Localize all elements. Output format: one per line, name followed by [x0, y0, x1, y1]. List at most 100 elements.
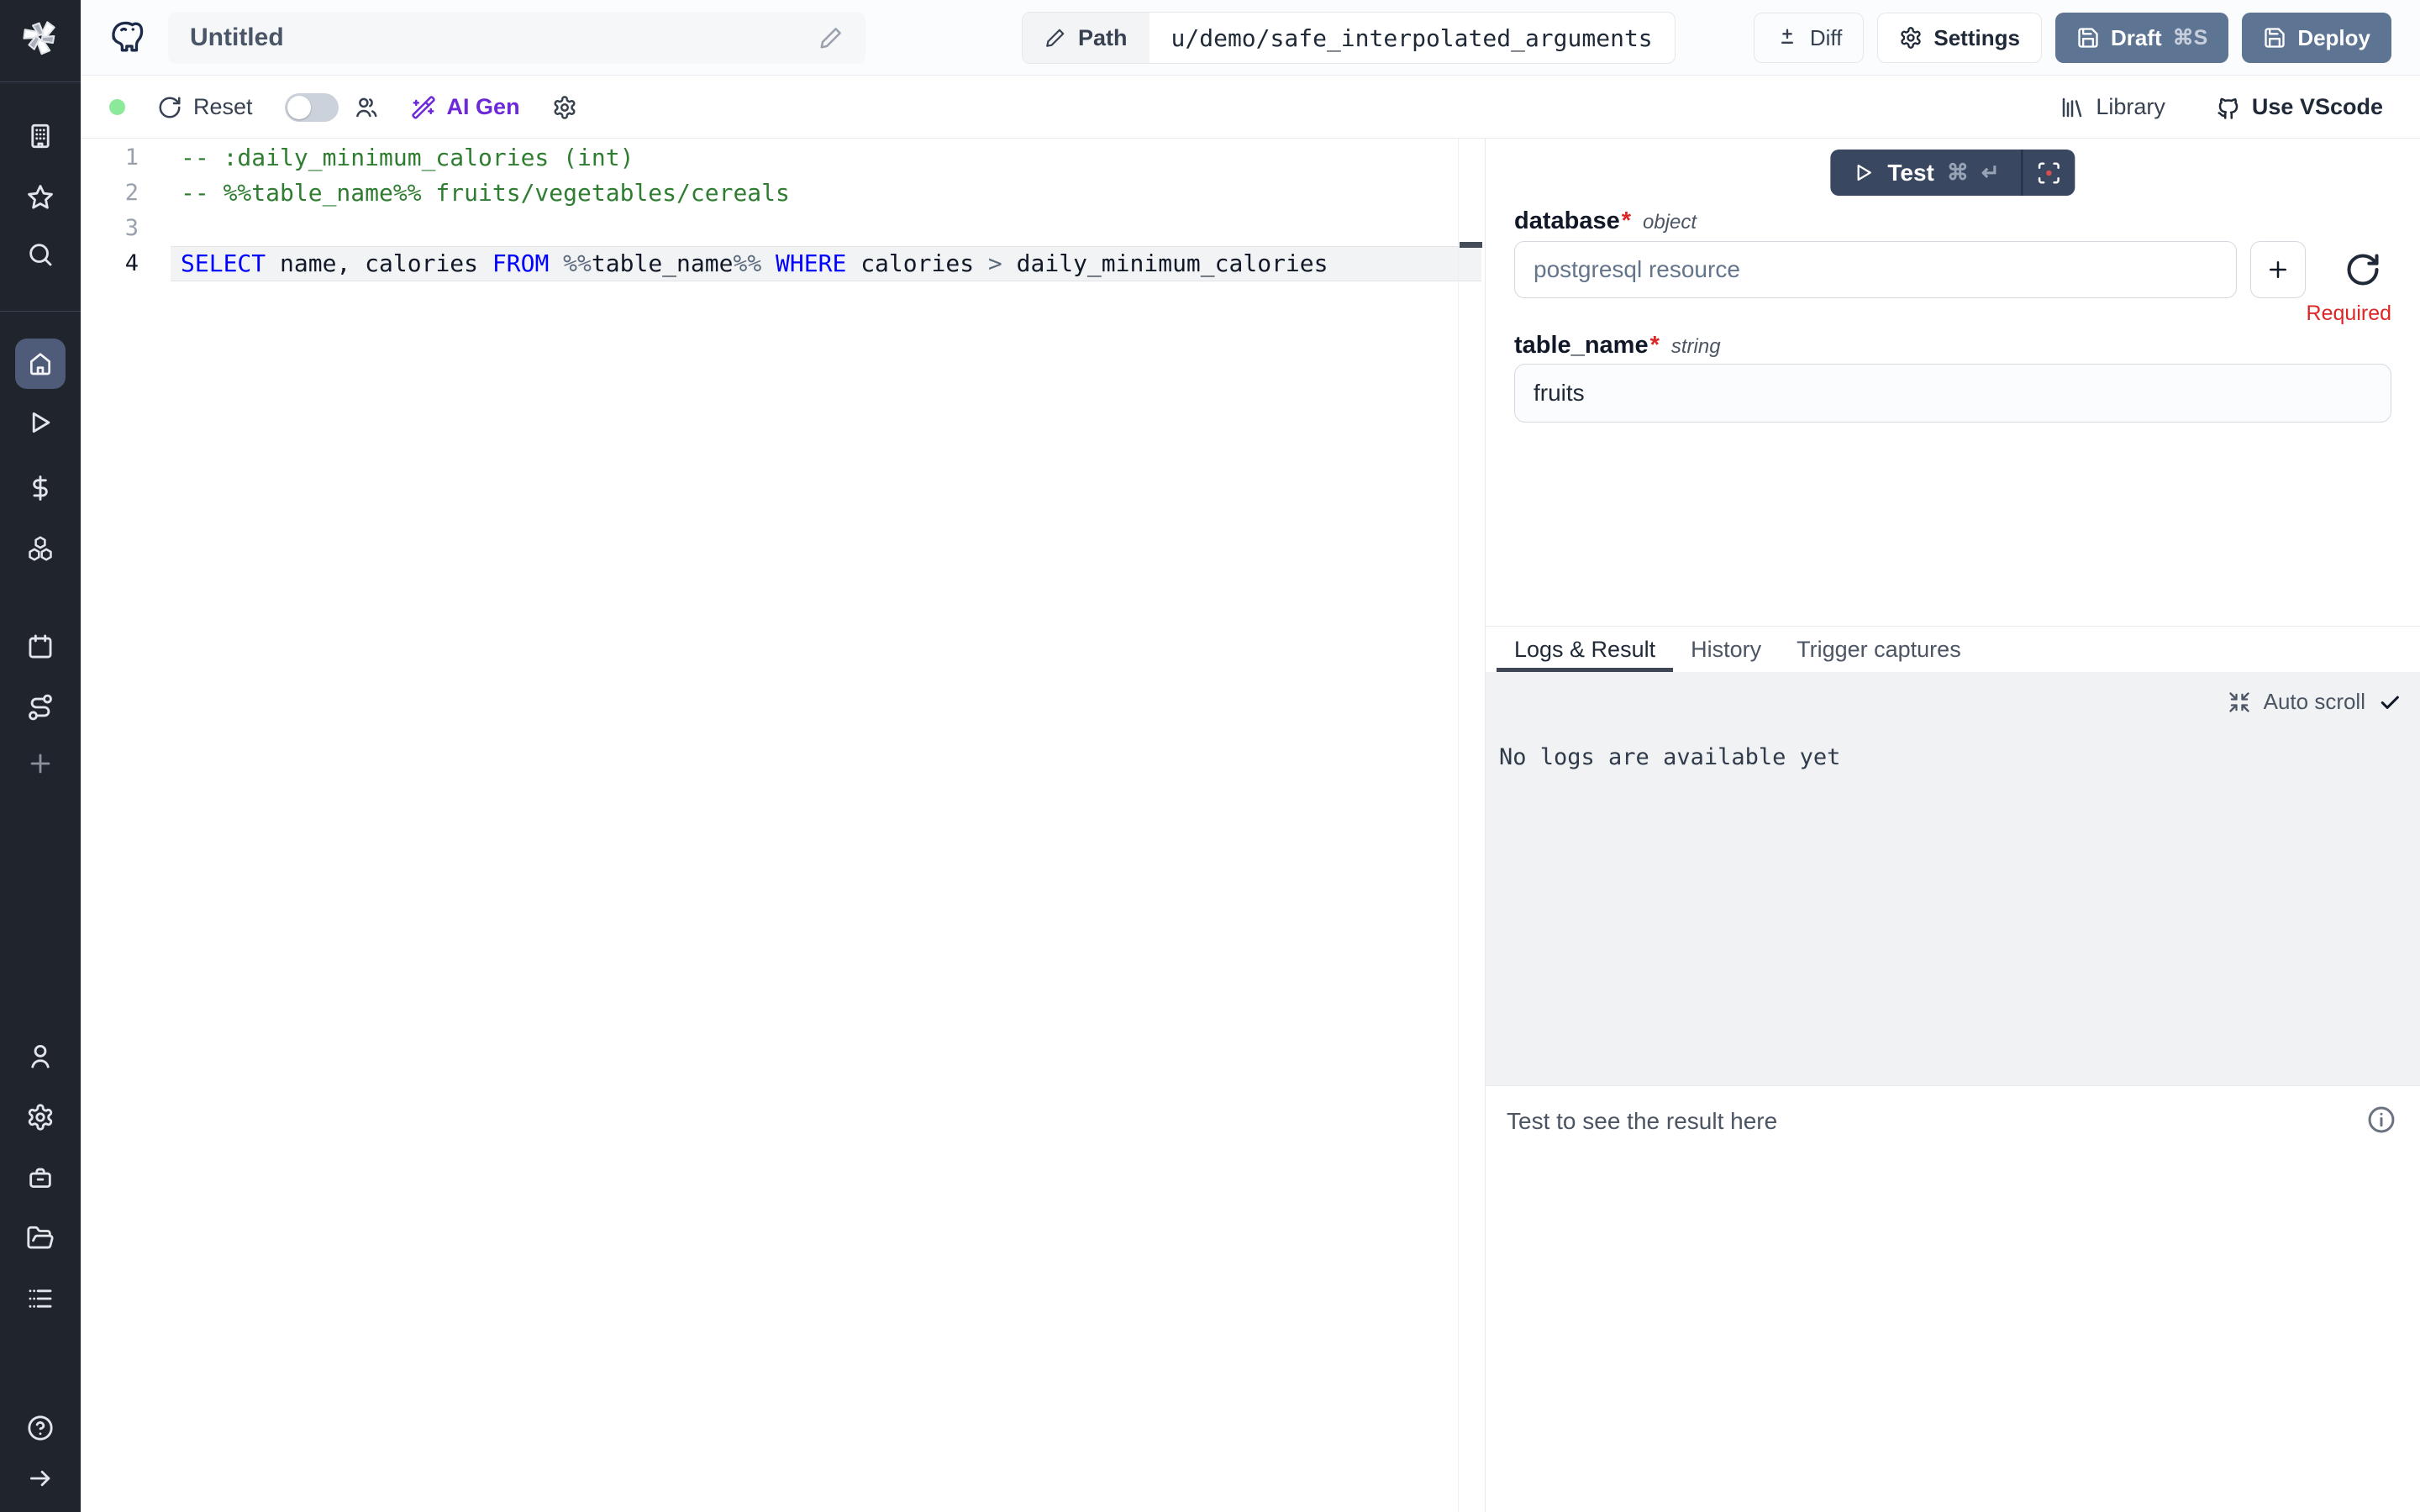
field-type: string — [1671, 335, 1721, 359]
settings-button[interactable]: Settings — [1877, 13, 2042, 63]
line-number: 2 — [81, 176, 139, 211]
code-line[interactable]: -- %%table_name%% fruits/vegetables/cere… — [171, 176, 1481, 211]
line-number: 3 — [81, 211, 139, 246]
test-panel: Test ⌘ ↵ database* object Required table… — [1485, 139, 2420, 1512]
tab-trigger-captures[interactable]: Trigger captures — [1779, 627, 1979, 672]
sidebar-item-schedules-calendar-icon[interactable] — [0, 633, 81, 661]
save-icon — [2263, 26, 2286, 50]
library-icon — [2060, 95, 2085, 120]
reset-button[interactable]: Reset — [157, 94, 253, 120]
field-name: table_name — [1514, 332, 1649, 360]
logs-pane: Auto scroll No logs are available yet — [1486, 672, 2420, 1085]
path-value: u/demo/safe_interpolated_arguments — [1150, 13, 1675, 63]
diff-label: Diff — [1810, 25, 1843, 51]
draft-shortcut: ⌘S — [2173, 25, 2208, 50]
sidebar-workers-icon[interactable] — [0, 1163, 81, 1192]
diff-button[interactable]: Diff — [1754, 13, 1865, 63]
path-pencil-icon — [1044, 27, 1066, 49]
sidebar-settings-gear-icon[interactable] — [0, 1103, 81, 1131]
auto-scroll-toggle[interactable]: Auto scroll — [2228, 689, 2402, 715]
sidebar-item-home[interactable] — [15, 339, 66, 389]
multiplayer-toggle[interactable] — [285, 93, 339, 122]
add-resource-button[interactable] — [2250, 241, 2306, 298]
search-icon[interactable] — [0, 240, 81, 269]
auto-scroll-label: Auto scroll — [2264, 689, 2365, 715]
ai-gen-label: AI Gen — [447, 94, 520, 120]
gear-icon — [1899, 26, 1923, 50]
code-line[interactable] — [171, 211, 1481, 246]
plus-icon — [2265, 257, 2291, 282]
deploy-label: Deploy — [2297, 25, 2370, 51]
refresh-resource-button[interactable] — [2344, 251, 2381, 288]
windmill-logo[interactable] — [0, 15, 81, 57]
deploy-button[interactable]: Deploy — [2242, 13, 2391, 63]
postgresql-icon — [106, 17, 148, 59]
sidebar-divider — [0, 311, 81, 312]
expand-icon[interactable] — [2228, 690, 2251, 714]
sidebar-folders-icon[interactable] — [0, 1224, 81, 1252]
script-title-input[interactable]: Untitled — [168, 12, 865, 64]
overview-ruler — [1458, 139, 1459, 1512]
editor-code[interactable]: -- :daily_minimum_calories (int)-- %%tab… — [181, 140, 1481, 281]
line-number: 4 — [81, 246, 139, 281]
field-type: object — [1643, 211, 1697, 234]
editor-settings-gear-icon[interactable] — [552, 95, 577, 120]
play-icon — [1852, 161, 1875, 184]
tab-history[interactable]: History — [1673, 627, 1779, 672]
workspace-building-icon[interactable] — [0, 122, 81, 150]
library-button[interactable]: Library — [2060, 94, 2165, 120]
result-pane: Test to see the result here — [1486, 1085, 2420, 1512]
editor-gutter: 1234 — [81, 140, 139, 281]
users-icon — [354, 95, 379, 120]
help-icon[interactable] — [0, 1414, 81, 1442]
diff-icon — [1776, 26, 1799, 50]
use-vscode-label: Use VScode — [2252, 94, 2383, 120]
path-label: Path — [1078, 25, 1128, 51]
sidebar-user-icon[interactable] — [0, 1042, 81, 1071]
sidebar-item-runs-play-icon[interactable] — [0, 408, 81, 437]
database-input[interactable] — [1514, 241, 2237, 298]
edit-pencil-icon[interactable] — [818, 25, 844, 50]
sidebar-item-variables-dollar-icon[interactable] — [0, 474, 81, 502]
scan-record-icon — [2037, 160, 2062, 186]
required-asterisk: * — [1622, 207, 1631, 235]
code-editor[interactable]: 1234 -- :daily_minimum_calories (int)-- … — [81, 139, 1485, 1512]
test-button-label: Test — [1887, 160, 1934, 186]
reset-label: Reset — [193, 94, 253, 120]
github-icon — [2216, 95, 2241, 120]
sidebar-item-resources-boxes-icon[interactable] — [0, 534, 81, 563]
sidebar-expand-arrow-icon[interactable] — [0, 1464, 81, 1493]
table-name-field-label: table_name* string — [1514, 332, 1721, 360]
code-line[interactable]: -- :daily_minimum_calories (int) — [171, 140, 1481, 176]
table-name-input[interactable] — [1514, 364, 2391, 423]
field-name: database — [1514, 207, 1620, 235]
result-empty-message: Test to see the result here — [1507, 1108, 1777, 1135]
test-button-group: Test ⌘ ↵ — [1830, 150, 2075, 196]
check-icon — [2378, 690, 2402, 714]
path-button[interactable]: Path u/demo/safe_interpolated_arguments — [1022, 12, 1676, 64]
sidebar-add-plus-icon[interactable] — [0, 749, 81, 778]
test-button[interactable]: Test ⌘ ↵ — [1830, 150, 2021, 196]
panel-tabs: Logs & Result History Trigger captures — [1486, 626, 2420, 672]
ai-gen-button[interactable]: AI Gen — [411, 94, 520, 120]
capture-test-button[interactable] — [2023, 150, 2075, 196]
settings-label: Settings — [1933, 25, 2020, 51]
save-icon — [2076, 26, 2100, 50]
draft-label: Draft — [2111, 25, 2162, 51]
sidebar-divider — [0, 81, 81, 82]
info-icon[interactable] — [2366, 1105, 2396, 1135]
sidebar-audit-logs-icon[interactable] — [0, 1284, 81, 1313]
required-note: Required — [2307, 302, 2391, 326]
logs-empty-message: No logs are available yet — [1499, 744, 1840, 770]
library-label: Library — [2096, 94, 2165, 120]
magic-wand-icon — [411, 95, 436, 120]
overview-ruler-cursor-mark — [1460, 242, 1482, 248]
code-line[interactable]: SELECT name, calories FROM %%table_name%… — [171, 246, 1481, 281]
status-dot — [109, 99, 125, 115]
favorites-star-icon[interactable] — [0, 183, 81, 212]
use-vscode-button[interactable]: Use VScode — [2216, 94, 2383, 120]
sidebar-item-flows-route-icon[interactable] — [0, 693, 81, 722]
script-title: Untitled — [190, 24, 818, 52]
draft-button[interactable]: Draft ⌘S — [2055, 13, 2228, 63]
tab-logs-result[interactable]: Logs & Result — [1497, 627, 1673, 672]
